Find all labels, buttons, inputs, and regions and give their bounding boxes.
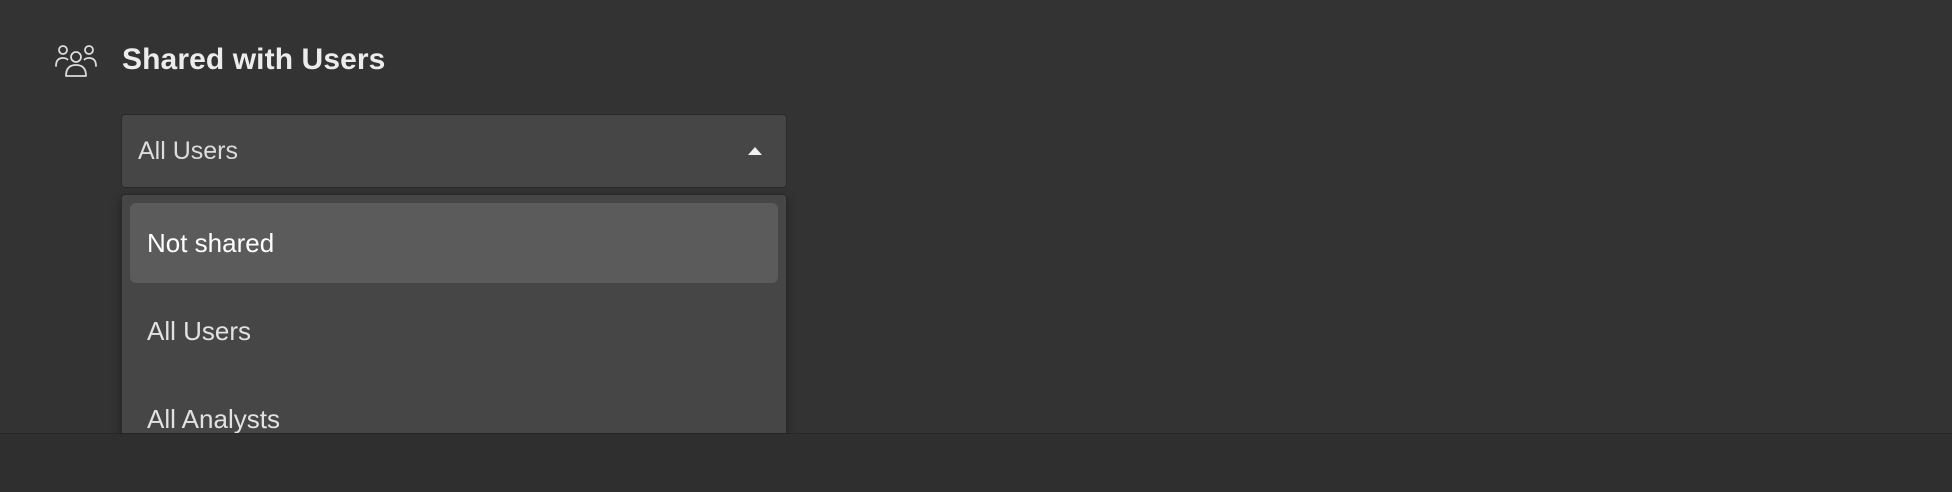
caret-up-icon bbox=[746, 145, 764, 157]
select-value: All Users bbox=[138, 136, 239, 165]
users-icon bbox=[54, 38, 98, 82]
option-label: Not shared bbox=[147, 227, 275, 258]
section-title: Shared with Users bbox=[122, 43, 386, 76]
option-all-users[interactable]: All Users bbox=[130, 291, 778, 371]
sharing-panel: Shared with Users ation All Users Not sh… bbox=[0, 0, 1952, 492]
section-header: Shared with Users bbox=[54, 36, 385, 84]
option-not-shared[interactable]: Not shared bbox=[130, 203, 778, 283]
share-users-select[interactable]: All Users bbox=[121, 114, 787, 188]
option-label: All Users bbox=[147, 315, 252, 346]
footer-area bbox=[0, 434, 1952, 492]
share-users-dropdown-menu: Not shared All Users All Analysts bbox=[121, 194, 787, 469]
option-label: All Analysts bbox=[147, 403, 280, 434]
